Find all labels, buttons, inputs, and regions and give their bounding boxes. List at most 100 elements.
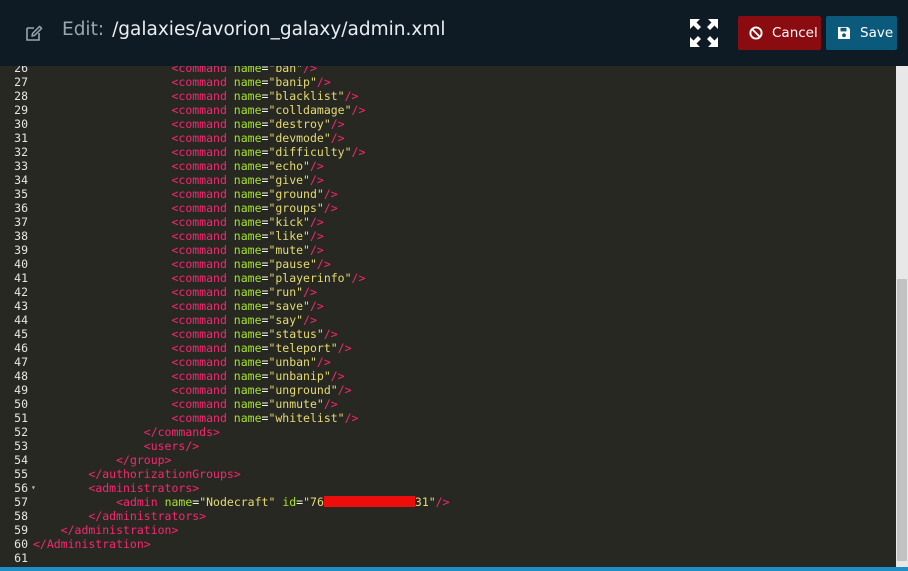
code-line[interactable]: 52 </commands> xyxy=(0,425,896,439)
code-token: <command xyxy=(171,313,234,327)
code-line[interactable]: 50 <command name="unmute"/> xyxy=(0,397,896,411)
line-number: 39 xyxy=(14,243,28,257)
code-line[interactable]: 45 <command name="status"/> xyxy=(0,327,896,341)
code-token: "ground" xyxy=(268,187,324,201)
code-line[interactable]: 37 <command name="kick"/> xyxy=(0,215,896,229)
code-line[interactable]: 38 <command name="like"/> xyxy=(0,229,896,243)
line-content: <command name="unmute"/> xyxy=(33,397,338,411)
code-line[interactable]: 30 <command name="destroy"/> xyxy=(0,117,896,131)
code-token: "unground" xyxy=(268,383,338,397)
code-line[interactable]: 59 </administration> xyxy=(0,523,896,537)
line-content: <command name="give"/> xyxy=(33,173,323,187)
code-line[interactable]: 44 <command name="say"/> xyxy=(0,313,896,327)
code-token: name xyxy=(233,66,262,75)
redaction-mark xyxy=(323,496,415,507)
code-token: 31" xyxy=(414,495,436,509)
code-token: /> xyxy=(309,229,324,243)
line-content: </administrators> xyxy=(33,509,206,523)
code-token: "whitelist" xyxy=(268,411,345,425)
page-title: Edit: /galaxies/avorion_galaxy/admin.xml xyxy=(62,19,445,40)
code-token: name xyxy=(233,103,262,117)
code-token: <command xyxy=(171,411,234,425)
code-lines[interactable]: 26 <command name="ban"/> 27 <command name… xyxy=(0,66,896,565)
code-line[interactable]: 58 </administrators> xyxy=(0,509,896,523)
line-content: <command name="teleport"/> xyxy=(33,341,351,355)
code-token: <command xyxy=(171,327,234,341)
code-line[interactable]: 61 xyxy=(0,551,896,565)
code-line[interactable]: 28 <command name="blacklist"/> xyxy=(0,89,896,103)
line-content: <command name="status"/> xyxy=(33,327,337,341)
code-token: /> xyxy=(344,89,359,103)
line-content: <command name="ban"/> xyxy=(33,66,316,75)
line-content: <command name="pause"/> xyxy=(33,257,331,271)
line-number: 41 xyxy=(14,271,28,285)
code-token: <command xyxy=(171,355,234,369)
code-token: /> xyxy=(316,257,331,271)
code-line[interactable]: 46 <command name="teleport"/> xyxy=(0,341,896,355)
code-token: </Administration> xyxy=(33,537,151,551)
line-number: 46 xyxy=(14,341,28,355)
code-line[interactable]: 49 <command name="unground"/> xyxy=(0,383,896,397)
code-line[interactable]: 32 <command name="difficulty"/> xyxy=(0,145,896,159)
code-line[interactable]: 34 <command name="give"/> xyxy=(0,173,896,187)
code-line[interactable]: 33 <command name="echo"/> xyxy=(0,159,896,173)
code-token: <command xyxy=(171,159,234,173)
code-token: /> xyxy=(303,285,317,299)
code-line[interactable]: 57 <admin name="Nodecraft" id="76 31"/> xyxy=(0,495,896,509)
code-line[interactable]: 35 <command name="ground"/> xyxy=(0,187,896,201)
code-line[interactable]: 26 <command name="ban"/> xyxy=(0,66,896,75)
edit-label: Edit: xyxy=(62,19,105,40)
code-token: name xyxy=(233,89,262,103)
line-content: <command name="ground"/> xyxy=(33,187,337,201)
vertical-scrollbar[interactable] xyxy=(896,66,908,567)
code-line[interactable]: 42 <command name="run"/> xyxy=(0,285,896,299)
code-line[interactable]: 47 <command name="unban"/> xyxy=(0,355,896,369)
code-token: /> xyxy=(316,75,331,89)
cancel-button[interactable]: Cancel xyxy=(738,16,821,50)
code-line[interactable]: 40 <command name="pause"/> xyxy=(0,257,896,271)
code-token: <command xyxy=(171,117,234,131)
code-token: </group> xyxy=(116,453,172,467)
code-line[interactable]: 48 <command name="unbanip"/> xyxy=(0,369,896,383)
code-line[interactable]: 31 <command name="devmode"/> xyxy=(0,131,896,145)
code-editor[interactable]: 26 <command name="ban"/> 27 <command name… xyxy=(0,66,908,567)
line-number: 58 xyxy=(14,509,28,523)
code-line[interactable]: 36 <command name="groups"/> xyxy=(0,201,896,215)
line-number: 52 xyxy=(14,425,28,439)
scrollbar-thumb[interactable] xyxy=(897,279,907,561)
code-token: "playerinfo" xyxy=(268,271,352,285)
code-line[interactable]: 39 <command name="mute"/> xyxy=(0,243,896,257)
code-token: /> xyxy=(323,397,338,411)
code-line[interactable]: 53 <users/> xyxy=(0,439,896,453)
line-number: 33 xyxy=(14,159,28,173)
save-button[interactable]: Save xyxy=(826,16,897,50)
expand-arrows-icon[interactable] xyxy=(688,17,720,49)
line-number: 42 xyxy=(14,285,28,299)
line-number: 32 xyxy=(14,145,28,159)
code-line[interactable]: 43 <command name="save"/> xyxy=(0,299,896,313)
code-line[interactable]: 54 </group> xyxy=(0,453,896,467)
line-content: <command name="mute"/> xyxy=(33,243,323,257)
code-line[interactable]: 29 <command name="colldamage"/> xyxy=(0,103,896,117)
code-token: "kick" xyxy=(268,215,310,229)
code-token: "Nodecraft" xyxy=(199,495,276,509)
code-line[interactable]: 41 <command name="playerinfo"/> xyxy=(0,271,896,285)
code-token: <admin xyxy=(116,495,165,509)
code-line[interactable]: 56 ▾ <administrators> xyxy=(0,481,896,495)
code-line[interactable]: 55 </authorizationGroups> xyxy=(0,467,896,481)
line-content: <command name="banip"/> xyxy=(33,75,331,89)
code-line[interactable]: 60 </Administration> xyxy=(0,537,896,551)
code-line[interactable]: 27 <command name="banip"/> xyxy=(0,75,896,89)
code-line[interactable]: 51 <command name="whitelist"/> xyxy=(0,411,896,425)
save-label: Save xyxy=(860,25,894,41)
code-token: "say" xyxy=(268,313,304,327)
line-number: 28 xyxy=(14,89,28,103)
